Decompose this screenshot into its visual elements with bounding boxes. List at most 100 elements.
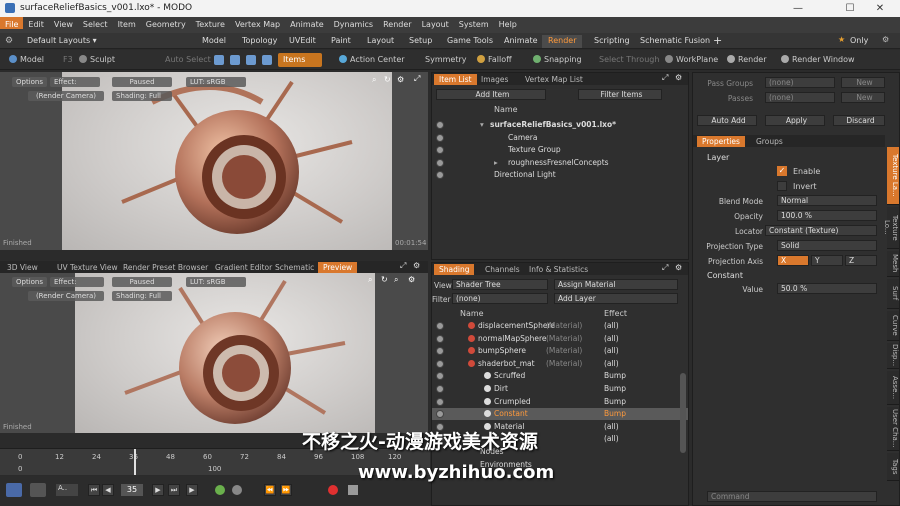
invert-checkbox[interactable] xyxy=(777,181,787,191)
layer-effect[interactable]: Bump xyxy=(604,396,626,408)
layout-tab-setup[interactable]: Setup xyxy=(403,35,438,48)
projection-type-dropdown[interactable]: Solid xyxy=(777,240,877,251)
scrollbar[interactable] xyxy=(680,373,686,453)
visibility-eye-icon[interactable] xyxy=(436,146,444,154)
items-mode-button[interactable]: Items xyxy=(278,53,322,67)
search-icon[interactable]: ⌕ xyxy=(394,275,398,285)
side-tab-0[interactable]: Texture La... xyxy=(887,147,899,205)
item-list-tab-0[interactable]: Item List xyxy=(434,74,477,85)
model-mode-button[interactable]: Model xyxy=(4,53,49,67)
refresh-icon[interactable]: ↻ xyxy=(381,275,388,284)
visibility-eye-icon[interactable] xyxy=(436,322,444,330)
visibility-eye-icon[interactable] xyxy=(436,347,444,356)
layer-effect[interactable]: Bump xyxy=(604,383,626,395)
passes-dropdown[interactable]: (none) xyxy=(765,92,835,103)
shading-dropdown[interactable]: Shading: Full xyxy=(112,91,172,101)
side-tab-2[interactable]: Mesh xyxy=(887,251,899,277)
pass-groups-dropdown[interactable]: (none) xyxy=(765,77,835,88)
star-icon[interactable]: ★ xyxy=(838,35,845,44)
side-tab-1[interactable]: Texture Lo... xyxy=(883,207,899,249)
expand-icon[interactable]: ⤢ xyxy=(414,74,420,84)
effect-dropdown[interactable]: Effect: (Shadi... xyxy=(50,77,100,87)
shader-tree-row[interactable]: shaderbot_mat (Material) (all) xyxy=(432,358,688,370)
item-list-row[interactable]: Texture Group xyxy=(432,144,688,156)
menu-vertex-map[interactable]: Vertex Map xyxy=(230,17,285,29)
search-icon[interactable]: ⌕ xyxy=(368,275,372,285)
layer-effect[interactable]: (all) xyxy=(604,345,619,357)
menu-help[interactable]: Help xyxy=(494,17,522,29)
layout-tab-render[interactable]: Render xyxy=(542,35,583,48)
side-tab-5[interactable]: Disp... xyxy=(887,343,899,369)
properties-tab-1[interactable]: Groups xyxy=(751,136,788,147)
enable-checkbox[interactable]: ✓ xyxy=(777,166,787,176)
filter-items-dropdown[interactable]: Filter Items xyxy=(578,89,662,100)
new-pass-button[interactable]: New xyxy=(841,92,885,103)
visibility-eye-icon[interactable] xyxy=(436,334,444,343)
layout-tab-uvedit[interactable]: UVEdit xyxy=(283,35,322,48)
menu-item[interactable]: Item xyxy=(113,17,141,29)
visibility-eye-icon[interactable] xyxy=(436,410,444,419)
auto-select-button[interactable]: Auto Select xyxy=(160,53,216,67)
effect-dropdown[interactable]: Effect: (Shadi... xyxy=(50,277,104,287)
layout-tab-game-tools[interactable]: Game Tools xyxy=(441,35,499,48)
item-list-row[interactable]: Directional Light xyxy=(432,169,688,181)
default-layouts-dropdown[interactable]: Default Layouts ▾ xyxy=(27,36,97,45)
shading-dropdown[interactable]: Shading: Full xyxy=(112,291,172,301)
lut-dropdown[interactable]: LUT: sRGB xyxy=(186,77,246,87)
polygon-select-icon[interactable] xyxy=(246,55,256,65)
expand-icon[interactable]: ⤢ xyxy=(662,263,668,273)
layout-tab-layout[interactable]: Layout xyxy=(361,35,400,48)
expand-arrow-icon[interactable]: ▸ xyxy=(494,157,498,169)
item-list-row[interactable]: Camera xyxy=(432,132,688,144)
layout-tab-animate[interactable]: Animate xyxy=(498,35,544,48)
camera-dropdown[interactable]: (Render Camera) xyxy=(28,91,104,101)
constant-section-header[interactable]: Constant xyxy=(707,271,743,280)
minimize-button[interactable]: — xyxy=(778,0,818,17)
viewport-tab-gradient-editor[interactable]: Gradient Editor xyxy=(210,262,277,273)
command-input[interactable]: Command xyxy=(707,491,877,502)
discard-button[interactable]: Discard xyxy=(833,115,885,126)
add-item-dropdown[interactable]: Add Item xyxy=(436,89,546,100)
workplane-button[interactable]: WorkPlane xyxy=(660,53,723,67)
only-toggle[interactable]: Only xyxy=(850,36,868,45)
paused-button[interactable]: Paused xyxy=(112,77,172,87)
close-button[interactable]: ✕ xyxy=(860,0,900,17)
go-to-start-button[interactable]: ⏮ xyxy=(88,484,100,496)
viewport-tab-preview[interactable]: Preview xyxy=(318,262,358,273)
shading-tab-1[interactable]: Channels xyxy=(480,264,525,275)
lut-dropdown[interactable]: LUT: sRGB xyxy=(186,277,246,287)
edge-select-icon[interactable] xyxy=(230,55,240,65)
gear-icon[interactable]: ⚙ xyxy=(5,36,13,46)
render-button[interactable]: Render xyxy=(722,53,771,67)
assign-material-dropdown[interactable]: Assign Material xyxy=(554,279,678,290)
menu-view[interactable]: View xyxy=(49,17,78,29)
animation-mode-dropdown[interactable]: A.. xyxy=(56,484,78,496)
effect-column-header[interactable]: Effect xyxy=(604,309,627,318)
layer-effect[interactable]: Bump xyxy=(604,370,626,382)
menu-render[interactable]: Render xyxy=(378,17,416,29)
expand-icon[interactable]: ⤢ xyxy=(400,261,406,271)
visibility-eye-icon[interactable] xyxy=(436,171,444,179)
paused-button[interactable]: Paused xyxy=(112,277,172,287)
action-center-button[interactable]: Action Center xyxy=(334,53,410,67)
visibility-eye-icon[interactable] xyxy=(436,372,444,381)
layer-effect[interactable]: (all) xyxy=(604,421,619,433)
visibility-eye-icon[interactable] xyxy=(436,385,444,393)
settings-icon[interactable]: ⚙ xyxy=(408,275,415,284)
side-tab-7[interactable]: User Cha... xyxy=(887,407,899,451)
search-icon[interactable]: ⌕ xyxy=(372,75,376,85)
viewport-tab-3d-view[interactable]: 3D View xyxy=(2,262,43,273)
menu-geometry[interactable]: Geometry xyxy=(141,17,191,29)
render-window-button[interactable]: Render Window xyxy=(776,53,860,67)
key-icon[interactable] xyxy=(215,485,225,495)
record-button[interactable] xyxy=(328,485,338,495)
select-through-button[interactable]: Select Through xyxy=(594,53,664,67)
play-button[interactable]: ▶ xyxy=(186,484,198,496)
menu-file[interactable]: File xyxy=(0,17,24,29)
layer-effect[interactable]: (all) xyxy=(604,358,619,370)
options-button[interactable]: Options xyxy=(12,77,48,87)
audio-icon[interactable] xyxy=(6,483,22,497)
layer-effect[interactable]: (all) xyxy=(604,333,619,345)
add-layout-icon[interactable]: + xyxy=(713,34,722,47)
render-preview-bottom[interactable]: Options Effect: (Shadi... Paused LUT: sR… xyxy=(0,273,428,433)
